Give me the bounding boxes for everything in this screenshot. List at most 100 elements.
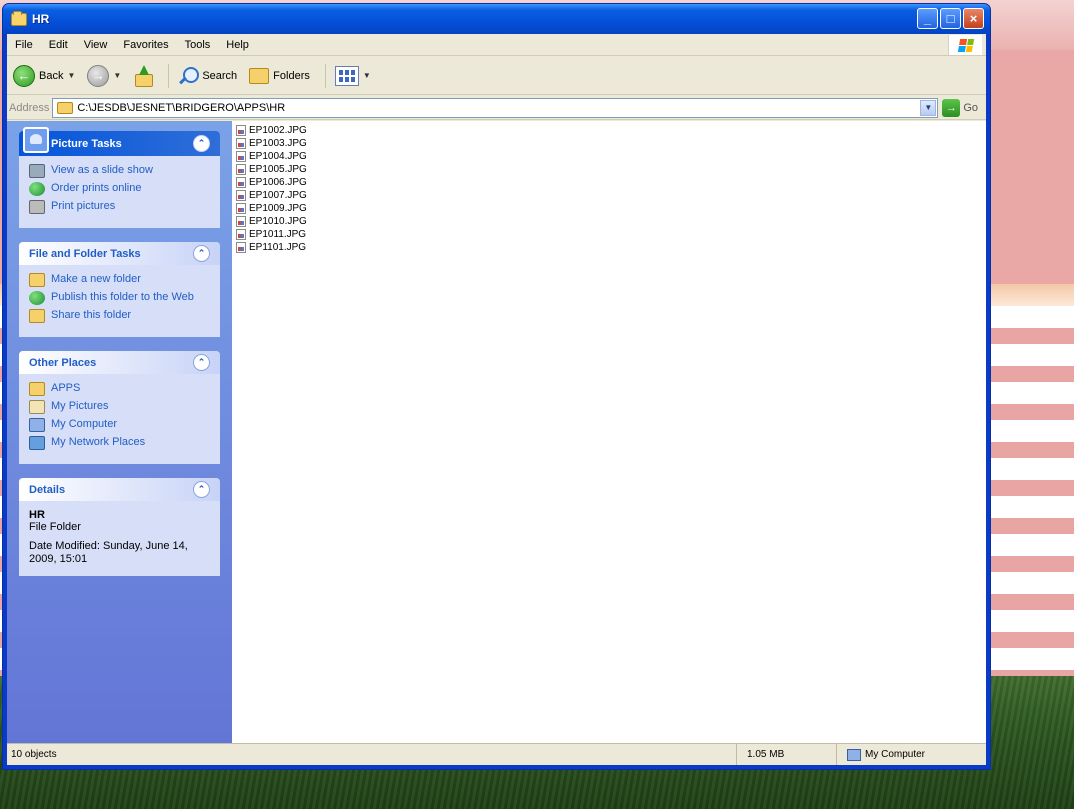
details-body: HR File Folder Date Modified: Sunday, Ju… bbox=[19, 501, 220, 576]
menu-bar: File Edit View Favorites Tools Help bbox=[7, 34, 986, 56]
address-label: Address bbox=[9, 101, 50, 114]
file-item[interactable]: EP1010.JPG bbox=[236, 215, 982, 228]
task-label: Make a new folder bbox=[51, 273, 141, 285]
toolbar-separator bbox=[324, 63, 326, 88]
menu-tools[interactable]: Tools bbox=[177, 39, 219, 51]
folder-up-icon bbox=[133, 64, 154, 87]
folders-button[interactable]: Folders bbox=[246, 61, 313, 91]
back-dropdown-icon[interactable]: ▼ bbox=[67, 71, 75, 80]
close-button[interactable]: × bbox=[963, 8, 984, 29]
folders-label: Folders bbox=[273, 69, 310, 82]
views-button[interactable]: ▼ bbox=[332, 61, 374, 91]
address-dropdown-icon[interactable]: ▼ bbox=[920, 99, 937, 116]
task-print-pictures[interactable]: Print pictures bbox=[29, 200, 210, 214]
file-item[interactable]: EP1006.JPG bbox=[236, 176, 982, 189]
file-item[interactable]: EP1009.JPG bbox=[236, 202, 982, 215]
maximize-button[interactable]: □ bbox=[940, 8, 961, 29]
picture-tasks-title: Picture Tasks bbox=[51, 137, 122, 150]
status-zone-label: My Computer bbox=[865, 749, 926, 760]
jpg-file-icon bbox=[236, 151, 246, 162]
details-panel: Details ⌃ HR File Folder Date Modified: … bbox=[19, 478, 220, 576]
status-object-count: 10 objects bbox=[11, 749, 57, 760]
views-dropdown-icon[interactable]: ▼ bbox=[363, 71, 371, 80]
details-modified: Date Modified: Sunday, June 14, 2009, 15… bbox=[29, 540, 188, 565]
menu-file[interactable]: File bbox=[7, 39, 41, 51]
task-view-slideshow[interactable]: View as a slide show bbox=[29, 164, 210, 178]
menu-edit[interactable]: Edit bbox=[41, 39, 76, 51]
collapse-chevron-icon[interactable]: ⌃ bbox=[193, 354, 210, 371]
file-item[interactable]: EP1011.JPG bbox=[236, 228, 982, 241]
new-folder-icon bbox=[29, 273, 45, 287]
network-places-icon bbox=[29, 436, 45, 450]
globe-icon bbox=[29, 182, 45, 196]
task-publish-web[interactable]: Publish this folder to the Web bbox=[29, 291, 210, 305]
windows-flag-icon bbox=[957, 38, 974, 52]
file-name: EP1011.JPG bbox=[249, 229, 307, 240]
go-arrow-icon: → bbox=[942, 98, 961, 117]
task-share-folder[interactable]: Share this folder bbox=[29, 309, 210, 323]
place-label: My Computer bbox=[51, 418, 118, 430]
file-folder-tasks-header[interactable]: File and Folder Tasks ⌃ bbox=[19, 242, 220, 265]
place-my-computer[interactable]: My Computer bbox=[29, 418, 210, 432]
picture-tasks-panel: Picture Tasks ⌃ View as a slide show Ord… bbox=[19, 127, 220, 228]
place-label: APPS bbox=[51, 382, 81, 394]
forward-dropdown-icon[interactable]: ▼ bbox=[113, 71, 121, 80]
up-button[interactable] bbox=[130, 61, 156, 91]
go-button[interactable]: → Go bbox=[942, 98, 978, 117]
place-apps[interactable]: APPS bbox=[29, 382, 210, 396]
task-order-prints[interactable]: Order prints online bbox=[29, 182, 210, 196]
file-name: EP1007.JPG bbox=[249, 190, 307, 201]
place-my-pictures[interactable]: My Pictures bbox=[29, 400, 210, 414]
other-places-body: APPS My Pictures My Computer My Network … bbox=[19, 374, 220, 464]
file-item[interactable]: EP1007.JPG bbox=[236, 189, 982, 202]
file-item[interactable]: EP1003.JPG bbox=[236, 137, 982, 150]
menu-help[interactable]: Help bbox=[218, 39, 257, 51]
details-title: Details bbox=[29, 483, 66, 496]
address-input[interactable]: C:\JESDB\JESNET\BRIDGERO\APPS\HR ▼ bbox=[52, 97, 939, 118]
file-item[interactable]: EP1005.JPG bbox=[236, 163, 982, 176]
file-item[interactable]: EP1004.JPG bbox=[236, 150, 982, 163]
place-my-network[interactable]: My Network Places bbox=[29, 436, 210, 450]
file-list: EP1002.JPG EP1003.JPG EP1004.JPG EP1005.… bbox=[232, 121, 986, 743]
back-label: Back bbox=[39, 69, 64, 82]
menu-view[interactable]: View bbox=[76, 39, 116, 51]
search-button[interactable]: Search bbox=[175, 61, 240, 91]
explorer-window: HR _ □ × File Edit View Favorites Tools … bbox=[2, 3, 991, 770]
task-new-folder[interactable]: Make a new folder bbox=[29, 273, 210, 287]
menu-favorites[interactable]: Favorites bbox=[115, 39, 176, 51]
picture-tasks-icon bbox=[23, 127, 49, 153]
other-places-header[interactable]: Other Places ⌃ bbox=[19, 351, 220, 374]
place-label: My Network Places bbox=[51, 436, 146, 448]
task-label: Order prints online bbox=[51, 182, 142, 194]
other-places-title: Other Places bbox=[29, 356, 97, 369]
address-path: C:\JESDB\JESNET\BRIDGERO\APPS\HR bbox=[77, 101, 286, 114]
details-type: File Folder bbox=[29, 521, 81, 533]
back-button[interactable]: ← Back ▼ bbox=[10, 61, 78, 91]
minimize-button[interactable]: _ bbox=[917, 8, 938, 29]
folder-icon bbox=[57, 101, 74, 114]
task-label: Print pictures bbox=[51, 200, 116, 212]
task-label: Publish this folder to the Web bbox=[51, 291, 194, 303]
windows-logo bbox=[948, 35, 982, 55]
title-bar[interactable]: HR _ □ × bbox=[3, 4, 990, 34]
my-computer-icon bbox=[29, 418, 45, 432]
file-folder-tasks-body: Make a new folder Publish this folder to… bbox=[19, 265, 220, 337]
task-label: Share this folder bbox=[51, 309, 132, 321]
file-name: EP1010.JPG bbox=[249, 216, 307, 227]
forward-button[interactable]: → ▼ bbox=[84, 61, 124, 91]
details-name: HR bbox=[29, 509, 45, 521]
collapse-chevron-icon[interactable]: ⌃ bbox=[193, 135, 210, 152]
globe-icon bbox=[29, 291, 45, 305]
details-header[interactable]: Details ⌃ bbox=[19, 478, 220, 501]
picture-tasks-header[interactable]: Picture Tasks ⌃ bbox=[19, 127, 220, 156]
slideshow-icon bbox=[29, 164, 45, 178]
go-label: Go bbox=[963, 101, 978, 114]
collapse-chevron-icon[interactable]: ⌃ bbox=[193, 481, 210, 498]
jpg-file-icon bbox=[236, 138, 246, 149]
file-item[interactable]: EP1002.JPG bbox=[236, 124, 982, 137]
status-zone: My Computer bbox=[836, 744, 986, 765]
my-pictures-icon bbox=[29, 400, 45, 414]
views-icon bbox=[334, 65, 359, 86]
file-item[interactable]: EP1101.JPG bbox=[236, 241, 982, 254]
collapse-chevron-icon[interactable]: ⌃ bbox=[193, 245, 210, 262]
